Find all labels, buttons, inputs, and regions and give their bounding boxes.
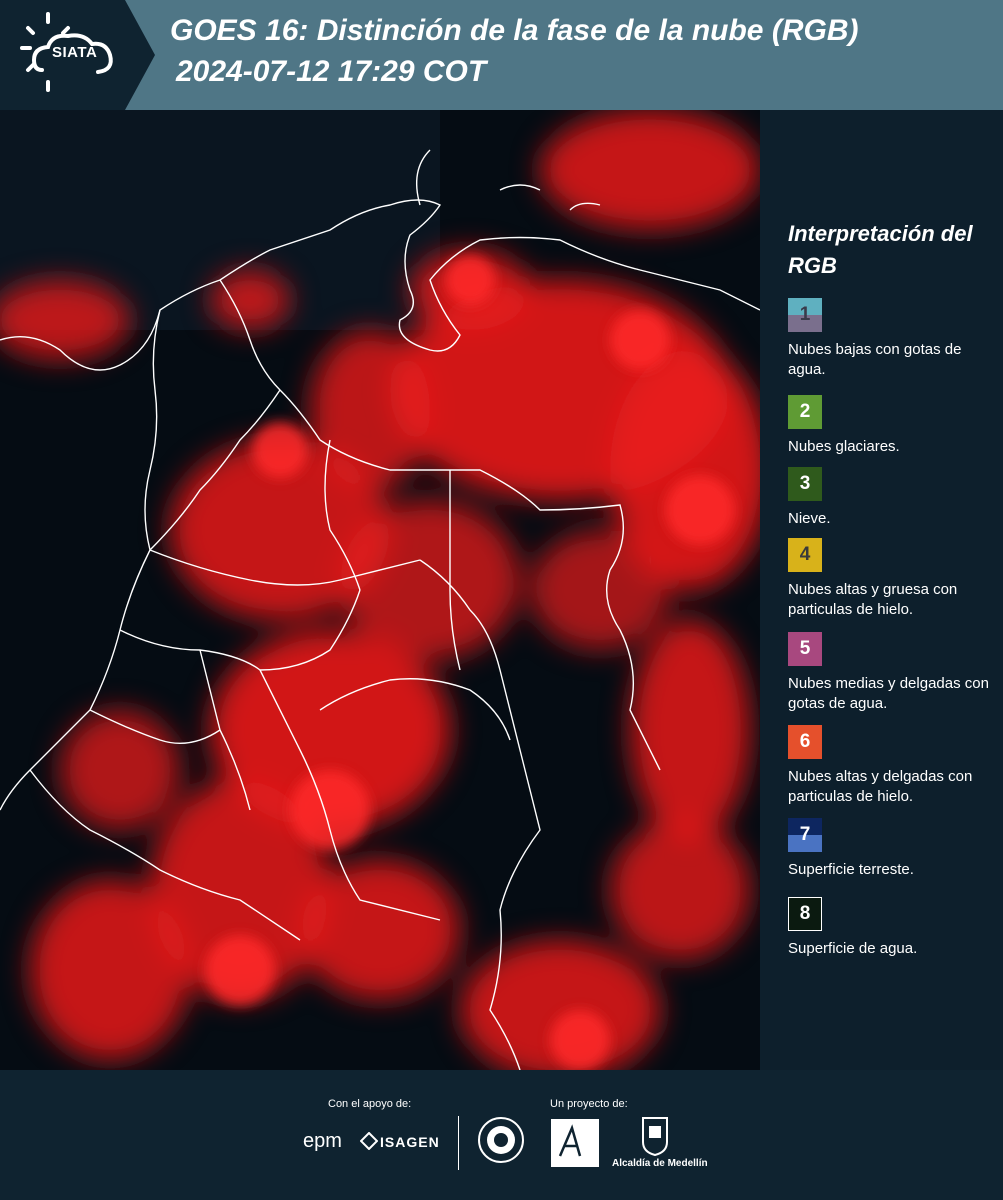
header: SIATA GOES 16: Distinción de la fase de …	[0, 0, 1003, 110]
legend-number: 4	[799, 544, 811, 565]
legend-swatch: 1	[788, 298, 822, 332]
isagen-logo: ISAGEN	[380, 1134, 440, 1150]
page-timestamp: 2024-07-12 17:29 COT	[176, 55, 487, 88]
legend-swatch: 7	[788, 818, 822, 852]
legend-number: 7	[799, 824, 811, 845]
legend-item: 2 Nubes glaciares.	[788, 395, 998, 457]
area-metropolitana-logo	[551, 1119, 599, 1167]
legend-number: 6	[799, 731, 811, 752]
legend-item: 1 Nubes bajas con gotas de agua.	[788, 298, 998, 380]
legend-number: 1	[799, 304, 811, 325]
legend-label: Nubes altas y delgadas con particulas de…	[788, 768, 973, 805]
legend-item: 8 Superficie de agua.	[788, 897, 998, 959]
legend-label: Nubes glaciares.	[788, 438, 900, 455]
legend-item: 6 Nubes altas y delgadas con particulas d…	[788, 725, 998, 807]
siata-logo: SIATA	[0, 0, 150, 110]
legend-label: Nubes medias y delgadas con gotas de agu…	[788, 675, 989, 712]
legend-label: Nubes altas y gruesa con particulas de h…	[788, 581, 958, 618]
isagen-icon	[360, 1132, 378, 1150]
satellite-map	[0, 110, 760, 1070]
legend-item: 7 Superficie terreste.	[788, 818, 998, 880]
brand-name: SIATA	[52, 44, 98, 61]
legend-swatch: 5	[788, 632, 822, 666]
legend-label: Superficie de agua.	[788, 940, 918, 957]
footer: Con el apoyo de: Un proyecto de: epm ISA…	[0, 1070, 1003, 1200]
legend-swatch: 3	[788, 467, 822, 501]
legend-swatch: 6	[788, 725, 822, 759]
epm-logo: epm	[303, 1130, 342, 1152]
page-title: GOES 16: Distinción de la fase de la nub…	[170, 14, 859, 47]
legend-item: 4 Nubes altas y gruesa con particulas de …	[788, 538, 998, 620]
project-label: Un proyecto de:	[550, 1098, 628, 1110]
legend-swatch: 2	[788, 395, 822, 429]
legend-label: Nieve.	[788, 510, 831, 527]
legend-label: Nubes bajas con gotas de agua.	[788, 341, 962, 378]
legend-label: Superficie terreste.	[788, 861, 914, 878]
legend-swatch: 4	[788, 538, 822, 572]
legend-number: 2	[799, 401, 811, 422]
medellin-label: Alcaldía de Medellín	[612, 1158, 708, 1169]
legend-number: 5	[799, 638, 811, 659]
university-seal-icon	[478, 1117, 524, 1163]
legend-number: 3	[799, 473, 811, 494]
legend-swatch: 8	[788, 897, 822, 931]
legend-item: 5 Nubes medias y delgadas con gotas de ag…	[788, 632, 998, 714]
legend-number: 8	[799, 903, 811, 924]
legend-item: 3 Nieve.	[788, 467, 998, 529]
medellin-shield-icon	[642, 1117, 668, 1156]
footer-divider	[458, 1116, 459, 1170]
support-label: Con el apoyo de:	[328, 1098, 412, 1110]
cloud-phase-image	[0, 110, 760, 1070]
legend-title: Interpretación del RGB	[788, 221, 973, 278]
legend-panel: Interpretación del RGB 1 Nubes bajas con …	[760, 110, 1003, 1070]
